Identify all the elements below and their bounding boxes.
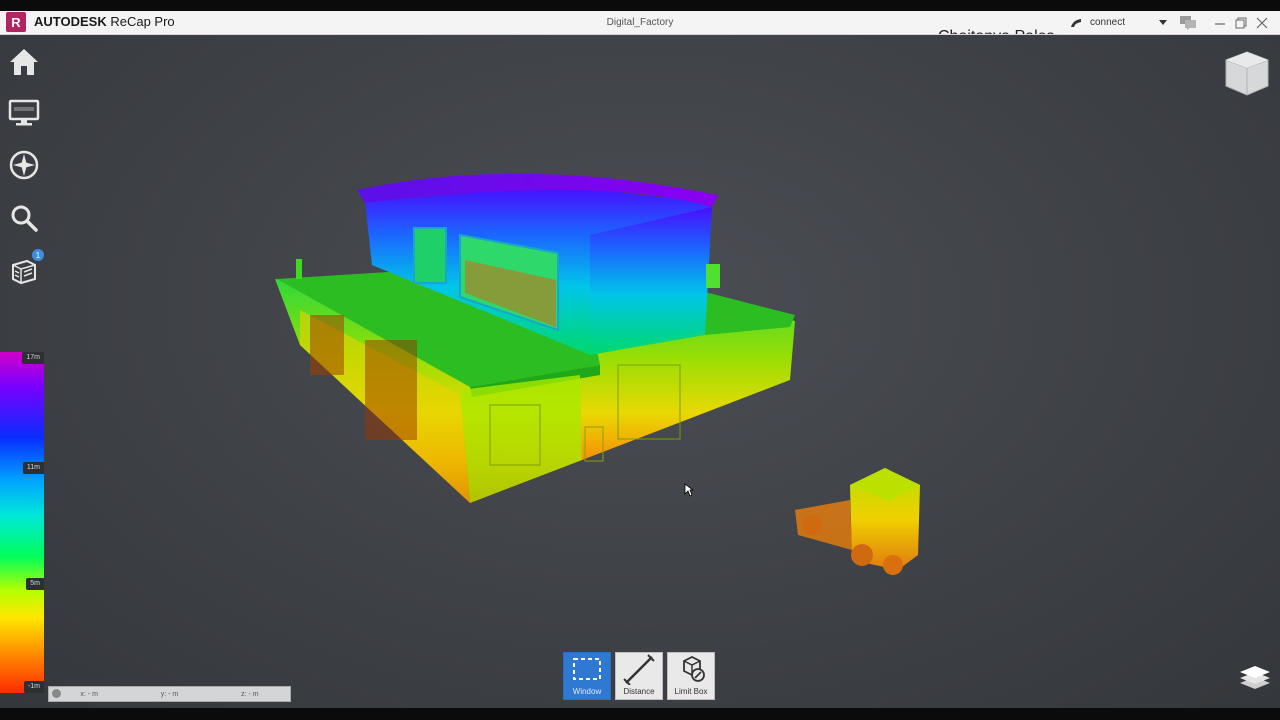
restore-icon xyxy=(1235,17,1247,29)
scale-tick-lower: 5m xyxy=(26,578,44,590)
window-select-icon xyxy=(573,658,601,680)
limit-box-icon xyxy=(683,655,705,682)
connect-label: connect xyxy=(1090,17,1126,28)
display-settings-button[interactable] xyxy=(6,95,42,131)
document-title: Digital_Factory xyxy=(606,17,674,28)
coord-x: x: - m xyxy=(80,690,98,698)
distance-label: Distance xyxy=(623,687,655,696)
restore-button[interactable] xyxy=(1233,15,1249,31)
app-title: AUTODESK ReCap Pro xyxy=(34,14,175,29)
point-cloud-scene xyxy=(275,173,920,575)
feedback-button[interactable] xyxy=(1180,15,1196,31)
screen-top-border xyxy=(0,0,1280,11)
elevation-color-scale: 17m 11m 5m -1m xyxy=(0,352,44,693)
scale-tick-top: 17m xyxy=(22,352,44,364)
coordinate-readout: x: - m y: - m z: - m xyxy=(48,686,291,702)
screen-bottom-border xyxy=(0,708,1280,720)
close-button[interactable] xyxy=(1254,15,1270,31)
distance-button[interactable]: Distance xyxy=(615,652,663,700)
navigation-compass-icon xyxy=(9,150,39,180)
home-button[interactable] xyxy=(6,44,42,80)
chevron-down-icon xyxy=(1159,19,1168,25)
coord-z: z: - m xyxy=(241,690,259,698)
app-brand: AUTODESK xyxy=(34,14,107,29)
minimize-button[interactable] xyxy=(1212,15,1228,31)
truck-point-cloud xyxy=(795,468,920,575)
app-product: ReCap Pro xyxy=(106,14,175,29)
notification-badge: 1 xyxy=(32,249,44,261)
viewcube-icon[interactable] xyxy=(1222,48,1272,98)
layers-icon[interactable] xyxy=(1238,663,1272,691)
window-select-label: Window xyxy=(572,687,602,696)
title-bar: R AUTODESK ReCap Pro Digital_Factory Cha… xyxy=(0,11,1280,35)
chat-icon xyxy=(1180,16,1196,30)
distance-measure-icon xyxy=(623,654,655,685)
search-icon xyxy=(11,205,38,232)
3d-viewport[interactable]: 1 17m 11m 5m -1m x: - m y: - m z: - m Wi… xyxy=(0,35,1280,708)
coordinate-icon xyxy=(52,689,61,698)
limit-box-button[interactable]: Limit Box xyxy=(667,652,715,700)
window-select-button[interactable]: Window xyxy=(563,652,611,700)
coord-y: y: - m xyxy=(160,690,179,698)
navigation-button[interactable] xyxy=(6,147,42,183)
connect-icon xyxy=(1071,18,1081,27)
minimize-icon xyxy=(1215,23,1225,25)
scale-tick-upper: 11m xyxy=(22,462,44,474)
scan-region-button[interactable]: 1 xyxy=(6,249,44,288)
connect-menu[interactable]: connect xyxy=(1070,17,1168,28)
app-logo: R xyxy=(6,12,26,32)
monitor-icon xyxy=(8,99,40,126)
close-icon xyxy=(1256,17,1268,29)
overlay-user-name: Chaitanya Pales xyxy=(938,24,1055,34)
limit-box-label: Limit Box xyxy=(674,687,708,696)
home-icon xyxy=(10,49,38,75)
mouse-cursor-icon xyxy=(684,483,694,497)
scale-tick-bottom: -1m xyxy=(23,681,44,693)
search-button[interactable] xyxy=(6,200,42,236)
